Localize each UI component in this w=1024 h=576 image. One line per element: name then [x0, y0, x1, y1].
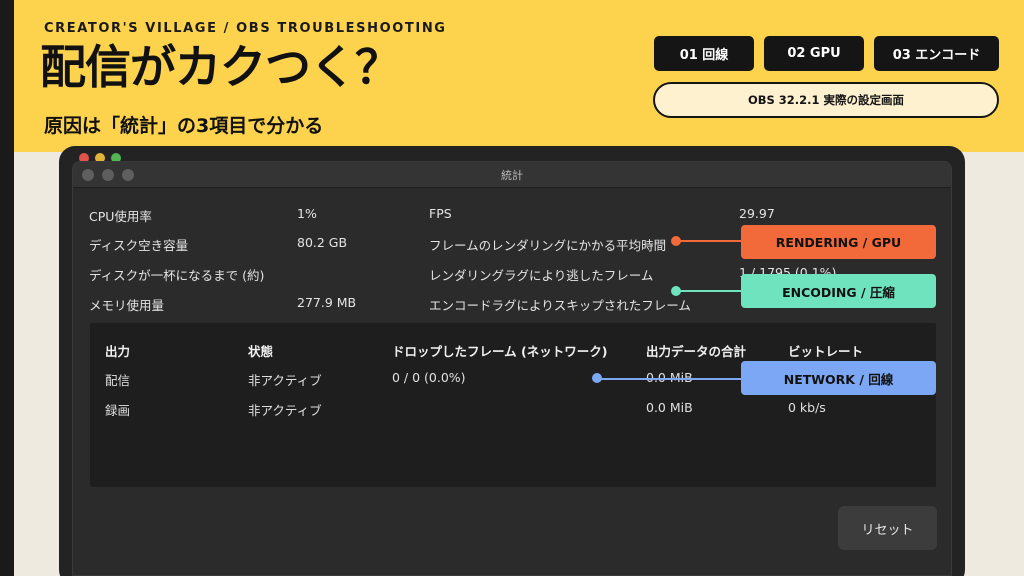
table-cell-status: 非アクティブ — [248, 403, 322, 418]
column-header-status: 状態 — [248, 344, 274, 359]
stat-value-fps: 29.97 — [739, 206, 775, 221]
callout-network: NETWORK / 回線 — [741, 361, 936, 395]
stat-label-disk-full: ディスクが一杯になるまで (約) — [89, 268, 265, 283]
table-cell-total: 0.0 MiB — [646, 400, 693, 415]
table-cell-output: 配信 — [105, 373, 131, 388]
page-title: 配信がカクつく？ — [40, 40, 401, 94]
stat-label-memory: メモリ使用量 — [89, 298, 165, 313]
page-subtitle: 原因は「統計」の3項目で分かる — [44, 115, 324, 137]
window-title: 統計 — [501, 169, 523, 182]
column-header-dropped: ドロップしたフレーム (ネットワーク) — [392, 344, 608, 359]
table-cell-dropped: 0 / 0 (0.0%) — [392, 370, 466, 385]
table-cell-bitrate: 0 kb/s — [788, 400, 826, 415]
rendering-connector — [676, 240, 742, 242]
callout-rendering: RENDERING / GPU — [741, 225, 936, 259]
column-header-output: 出力 — [105, 344, 131, 359]
reset-button[interactable]: リセット — [838, 506, 937, 550]
tag-encode[interactable]: 03 エンコード — [874, 36, 999, 71]
encoding-connector — [676, 290, 742, 292]
encoding-dot-icon — [671, 286, 681, 296]
window-titlebar: 統計 — [73, 162, 951, 188]
stat-label-cpu: CPU使用率 — [89, 209, 152, 224]
tag-gpu[interactable]: 02 GPU — [764, 36, 864, 71]
stat-label-render-lag: レンダリングラグにより逃したフレーム — [429, 268, 654, 283]
stat-value-memory: 277.9 MB — [297, 295, 357, 310]
stat-label-render-time: フレームのレンダリングにかかる平均時間 — [429, 238, 667, 253]
outputs-table: 出力 状態 ドロップしたフレーム (ネットワーク) 出力データの合計 ビットレー… — [90, 323, 936, 487]
network-dot-icon — [592, 373, 602, 383]
network-connector — [597, 378, 742, 380]
table-cell-output: 録画 — [105, 403, 131, 418]
kicker-text: CREATOR'S VILLAGE / OBS TROUBLESHOOTING — [44, 21, 447, 36]
stat-label-encode-lag: エンコードラグによりスキップされたフレーム — [429, 298, 691, 313]
stat-label-disk: ディスク空き容量 — [89, 238, 189, 253]
stat-label-fps: FPS — [429, 206, 452, 221]
callout-encoding: ENCODING / 圧縮 — [741, 274, 936, 308]
version-badge: OBS 32.2.1 実際の設定画面 — [653, 82, 999, 118]
tag-network[interactable]: 01 回線 — [654, 36, 754, 71]
stat-value-disk: 80.2 GB — [297, 235, 348, 250]
column-header-total: 出力データの合計 — [646, 344, 747, 359]
stat-value-cpu: 1% — [297, 206, 317, 221]
rendering-dot-icon — [671, 236, 681, 246]
column-header-bitrate: ビットレート — [788, 344, 864, 359]
table-cell-status: 非アクティブ — [248, 373, 322, 388]
left-strip — [0, 0, 14, 576]
